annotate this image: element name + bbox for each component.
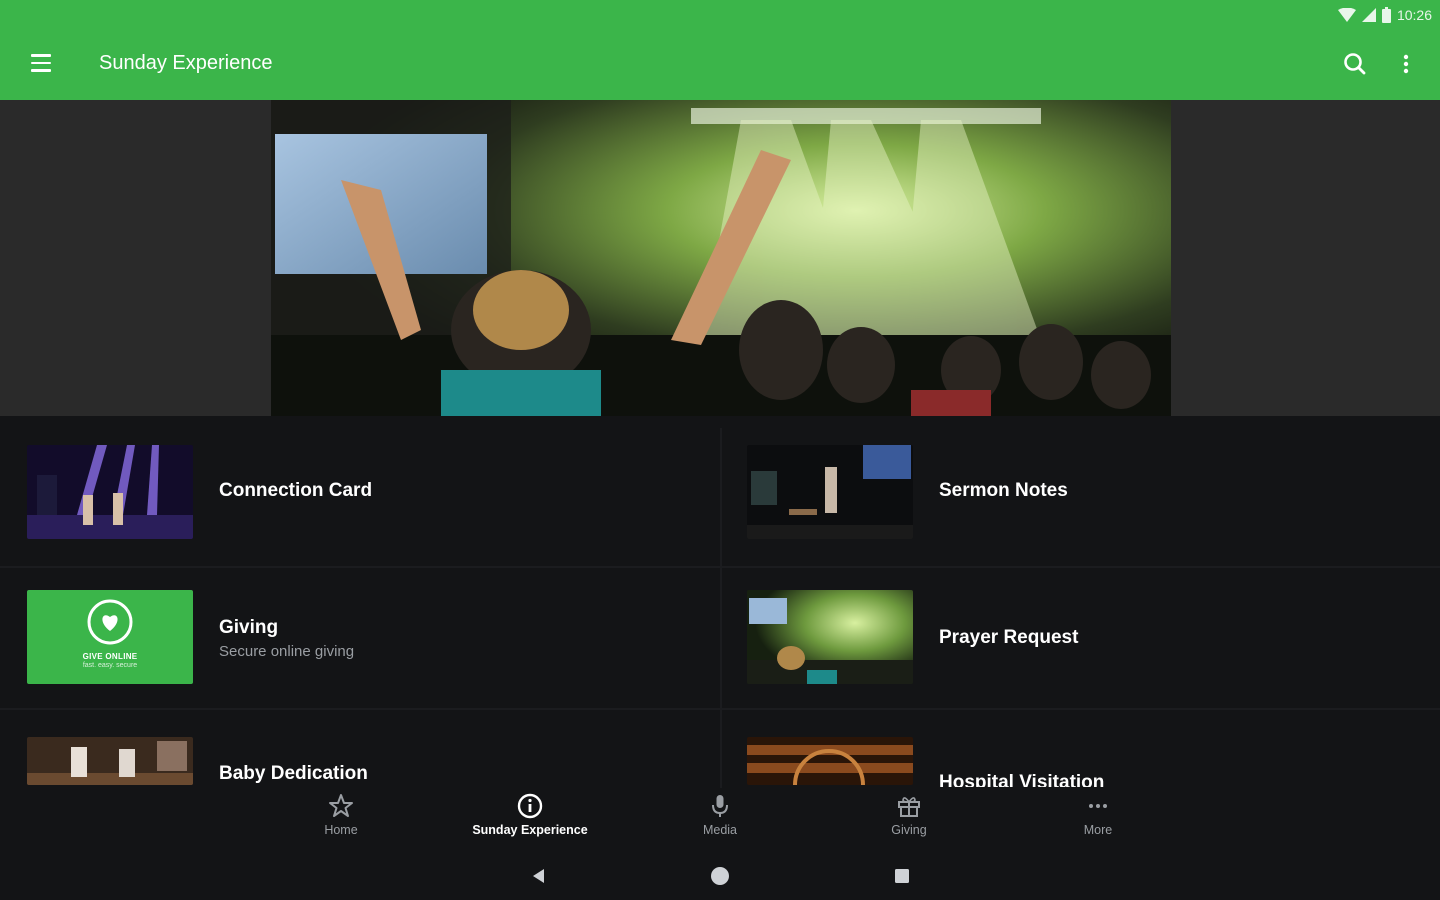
gift-icon [898, 797, 920, 817]
tab-sunday-experience[interactable]: Sunday Experience [455, 792, 605, 844]
list-item-connection-card[interactable]: Connection Card [27, 445, 727, 545]
app-bar: 10:26 Sunday Experience [0, 0, 1440, 100]
list-item-title: Connection Card [219, 480, 373, 501]
list-item-title: Baby Dedication [219, 763, 368, 784]
tab-label: Sunday Experience [472, 823, 588, 837]
tab-home[interactable]: Home [266, 792, 416, 844]
list-item-prayer-request[interactable]: Prayer Request [747, 590, 1440, 690]
list-item-title: Prayer Request [939, 627, 1079, 648]
battery-icon [1381, 7, 1391, 23]
tab-label: Media [702, 823, 738, 837]
microphone-icon [712, 795, 728, 817]
list-item-title: Sermon Notes [939, 480, 1068, 501]
more-horizontal-icon [1089, 804, 1107, 808]
page-title: Sunday Experience [99, 52, 273, 74]
giving-thumbnail: GIVE ONLINE fast. easy. secure [27, 590, 193, 684]
info-icon [517, 793, 543, 819]
prayer-request-thumbnail [747, 590, 913, 684]
list-item-hospital-visitation[interactable]: Hospital Visitation [747, 737, 1440, 787]
home-circle-icon[interactable] [706, 862, 734, 890]
back-icon[interactable] [525, 862, 553, 890]
hospital-visitation-thumbnail [747, 737, 913, 785]
list-item-giving[interactable]: GIVE ONLINE fast. easy. secure Giving Se… [27, 590, 727, 690]
list-item-title: Giving [219, 617, 279, 638]
menu-button[interactable] [22, 46, 60, 80]
status-bar: 10:26 [1337, 4, 1432, 26]
list-item-sermon-notes[interactable]: Sermon Notes [747, 445, 1440, 545]
bottom-navigation: Home Sunday Experience Media Giving More [0, 788, 1440, 848]
star-icon [329, 794, 353, 817]
status-time: 10:26 [1396, 7, 1432, 23]
sermon-notes-thumbnail [747, 445, 913, 539]
menu-icon [31, 54, 51, 57]
tab-label: Home [324, 823, 358, 837]
tab-label: More [1083, 823, 1113, 837]
row-divider [0, 708, 1440, 710]
tab-label: Giving [891, 823, 927, 837]
hero-image [271, 100, 1171, 416]
signal-icon [1361, 8, 1376, 22]
system-navigation-bar [0, 848, 1440, 900]
connection-card-thumbnail [27, 445, 193, 539]
wifi-icon [1337, 8, 1356, 22]
search-icon[interactable] [1340, 49, 1370, 79]
recents-icon[interactable] [888, 862, 916, 890]
tab-more[interactable]: More [1023, 792, 1173, 844]
list-item-baby-dedication[interactable]: Baby Dedication [27, 737, 727, 787]
row-divider [0, 566, 1440, 568]
tab-giving[interactable]: Giving [834, 792, 984, 844]
list-item-title: Hospital Visitation [939, 772, 1105, 787]
more-vertical-icon[interactable] [1394, 49, 1418, 79]
list-item-subtitle: Secure online giving [219, 643, 355, 660]
giving-thumb-tagline: fast. easy. secure [82, 662, 138, 669]
tab-media[interactable]: Media [645, 792, 795, 844]
giving-thumb-headline: GIVE ONLINE [82, 652, 138, 661]
heart-hand-icon [87, 599, 133, 645]
baby-dedication-thumbnail [27, 737, 193, 785]
